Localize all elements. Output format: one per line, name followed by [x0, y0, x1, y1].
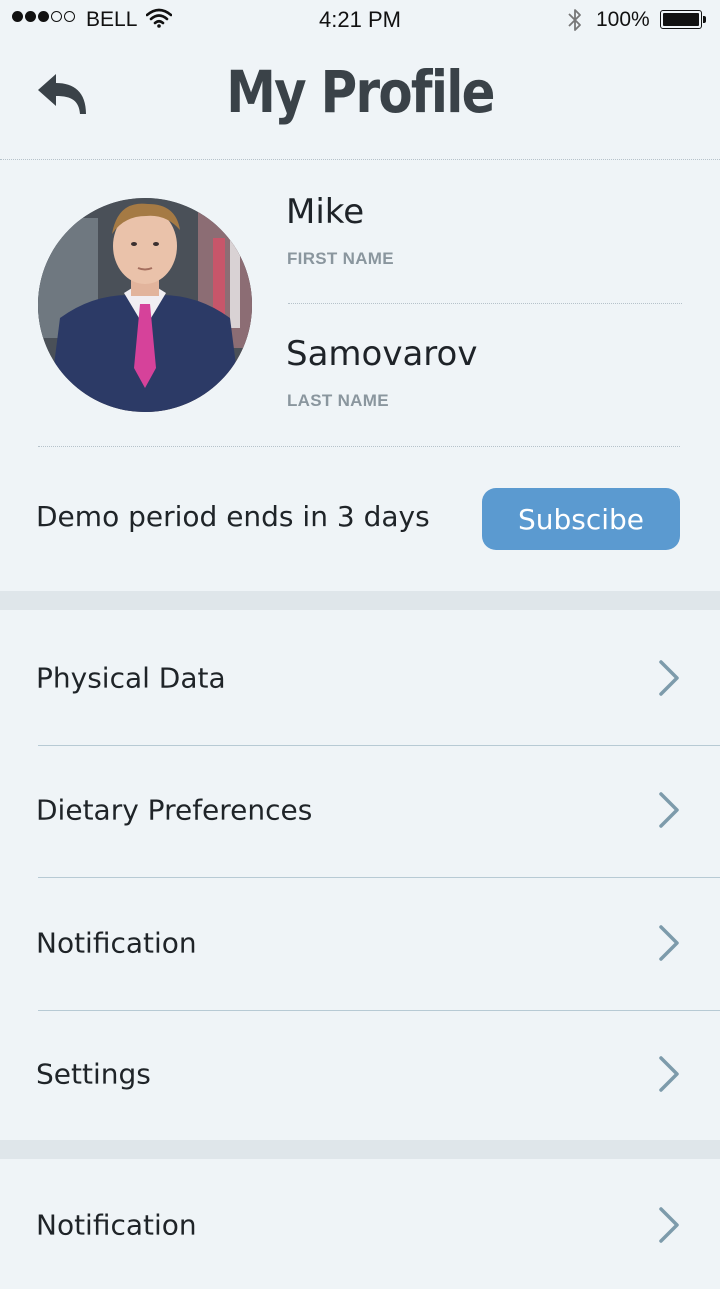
name-divider: [288, 303, 682, 304]
menu-item-label: Dietary Preferences: [36, 793, 313, 827]
last-name-label: LAST NAME: [287, 391, 389, 410]
menu-item-notification-secondary[interactable]: Notification: [0, 1161, 720, 1289]
profile-divider: [38, 446, 680, 447]
menu-item-notification[interactable]: Notification: [0, 879, 720, 1007]
chevron-right-icon: [659, 660, 679, 696]
status-bar: BELL 4:21 PM 100%: [0, 0, 720, 40]
section-separator: [0, 591, 720, 610]
menu-item-physical-data[interactable]: Physical Data: [0, 614, 720, 742]
chevron-right-icon: [659, 1056, 679, 1092]
chevron-right-icon: [659, 792, 679, 828]
last-name-value[interactable]: Samovarov: [286, 334, 477, 374]
first-name-value[interactable]: Mike: [286, 192, 364, 232]
avatar[interactable]: [38, 198, 252, 412]
header-divider: [0, 159, 720, 160]
menu-item-settings[interactable]: Settings: [0, 1010, 720, 1138]
chevron-right-icon: [659, 925, 679, 961]
chevron-right-icon: [659, 1207, 679, 1243]
profile-photo: [38, 198, 252, 412]
subscribe-button[interactable]: Subscibe: [482, 488, 680, 550]
menu-item-dietary-preferences[interactable]: Dietary Preferences: [0, 746, 720, 874]
battery-cap: [703, 16, 706, 23]
menu-item-label: Notification: [36, 1208, 197, 1242]
battery-icon: [660, 10, 702, 29]
menu-item-label: Notification: [36, 926, 197, 960]
bluetooth-icon: [566, 7, 584, 39]
battery-percentage: 100%: [596, 8, 650, 31]
menu-item-label: Physical Data: [36, 661, 226, 695]
row-divider: [38, 877, 720, 878]
page-title: My Profile: [226, 58, 495, 126]
section-separator: [0, 1140, 720, 1159]
first-name-label: FIRST NAME: [287, 249, 394, 268]
menu-item-label: Settings: [36, 1057, 151, 1091]
demo-period-message: Demo period ends in 3 days: [36, 500, 430, 533]
